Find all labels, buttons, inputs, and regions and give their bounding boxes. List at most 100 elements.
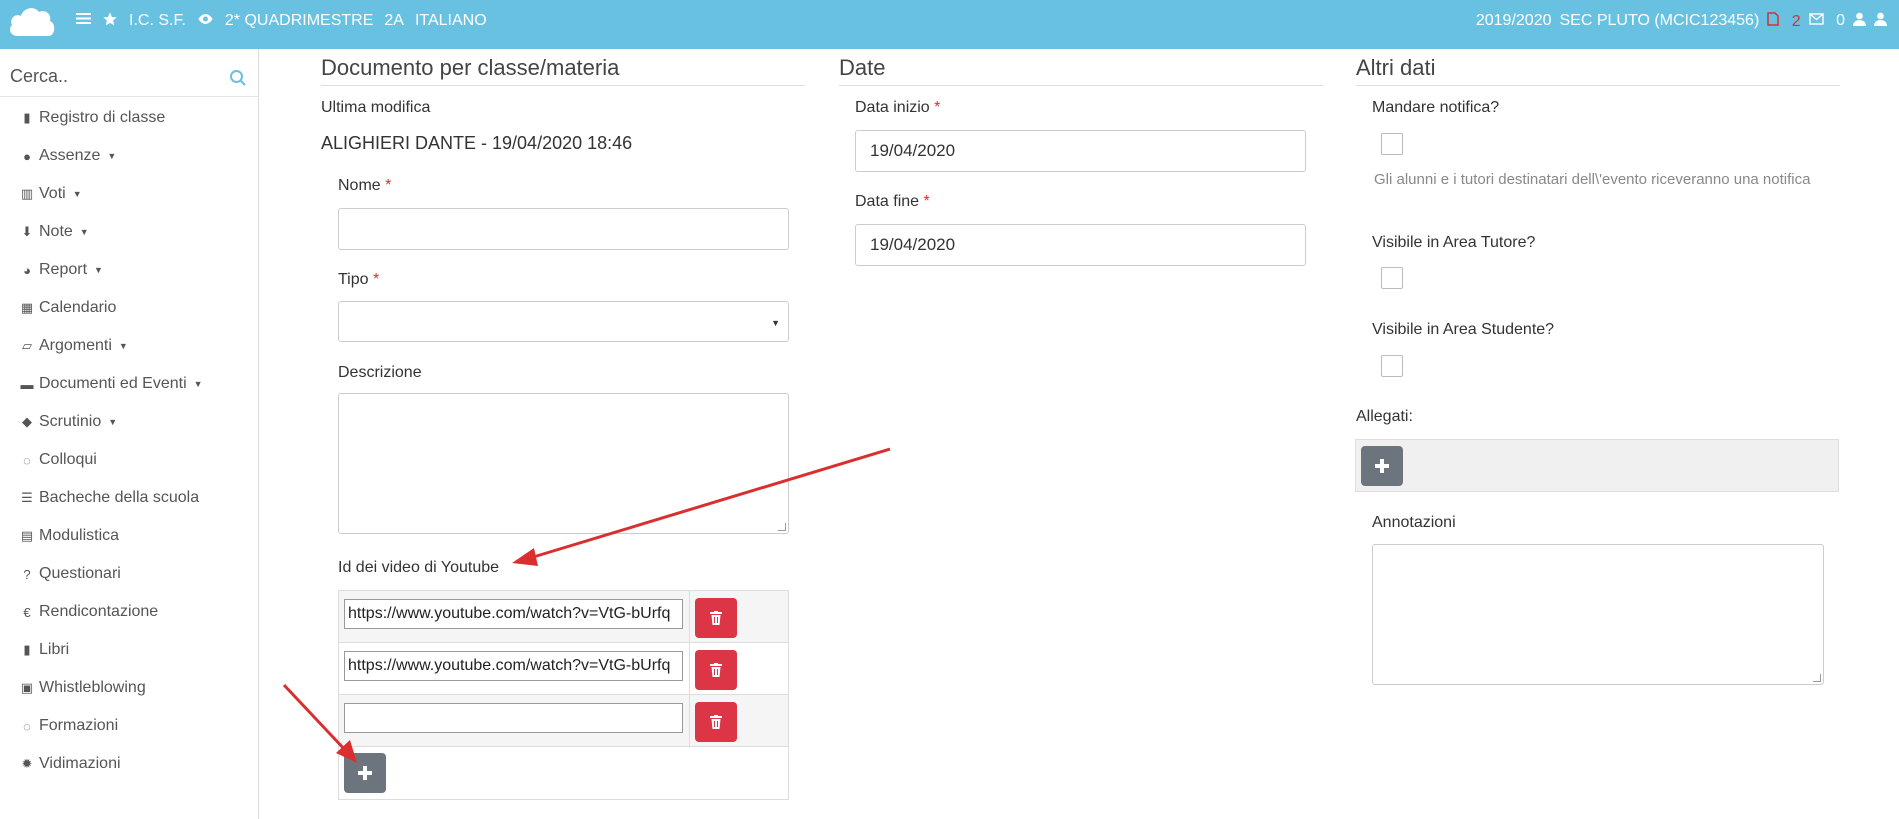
sidebar-item-modulistica[interactable]: ▤ Modulistica: [0, 517, 259, 555]
resize-handle-icon[interactable]: [1813, 674, 1821, 682]
top-bar: I.C. S.F. 2* QUADRIMESTRE 2A ITALIANO 20…: [0, 0, 1899, 49]
sidebar-item-assenze[interactable]: ● Assenze ▼: [0, 137, 259, 175]
tutor-visibility-label: Visibile in Area Tutore?: [1372, 234, 1536, 251]
end-date-label-text: Data fine: [855, 193, 920, 210]
caret-down-icon: ▼: [193, 379, 203, 389]
user-secret-icon[interactable]: [1874, 12, 1887, 31]
sidebar-item-documenti-ed-eventi[interactable]: ▬ Documenti ed Eventi ▼: [0, 365, 259, 403]
sidebar-item-label: Bacheche della scuola: [39, 489, 200, 506]
documents-icon: ▤: [20, 528, 34, 543]
cell-divider: [689, 643, 690, 694]
type-select[interactable]: ▼: [338, 301, 789, 342]
search-icon[interactable]: [229, 69, 247, 87]
add-video-button[interactable]: [344, 753, 386, 793]
book-icon: ▮: [23, 642, 31, 657]
required-marker: *: [934, 99, 941, 116]
youtube-url-input[interactable]: [344, 703, 683, 733]
folder-open-icon: ▱: [22, 338, 32, 353]
last-modified-label: Ultima modifica: [321, 99, 431, 116]
sidebar-item-rendicontazione[interactable]: € Rendicontazione: [0, 593, 259, 631]
sidebar-item-argomenti[interactable]: ▱ Argomenti ▼: [0, 327, 259, 365]
delete-video-button[interactable]: [695, 598, 737, 638]
documents-count: 2: [1791, 12, 1801, 30]
notify-checkbox[interactable]: [1381, 133, 1403, 155]
sidebar-item-label: Colloqui: [39, 451, 97, 468]
sidebar-item-whistleblowing[interactable]: ▣ Whistleblowing: [0, 669, 259, 707]
envelope-icon: [1808, 13, 1824, 25]
sidebar-item-questionari[interactable]: ? Questionari: [0, 555, 259, 593]
sidebar-item-label: Whistleblowing: [39, 679, 146, 696]
delete-video-button[interactable]: [695, 702, 737, 742]
notify-label: Mandare notifica?: [1372, 99, 1500, 116]
pin-icon: ⬇: [21, 224, 33, 239]
name-input[interactable]: [338, 208, 789, 250]
start-date-input[interactable]: 19/04/2020: [855, 130, 1306, 172]
youtube-row: https://www.youtube.com/watch?v=VtG-bUrf…: [339, 643, 788, 695]
caret-down-icon: ▼: [94, 265, 103, 275]
student-visibility-checkbox[interactable]: [1381, 355, 1403, 377]
sidebar-item-colloqui[interactable]: ◌ Colloqui: [0, 441, 259, 479]
sidebar-item-registro-di-classe[interactable]: ▮ Registro di classe: [0, 99, 259, 137]
eye-icon[interactable]: [197, 12, 214, 30]
star-icon[interactable]: [102, 11, 118, 32]
sidebar-item-vidimazioni[interactable]: ✹ Vidimazioni: [0, 745, 259, 783]
description-label: Descrizione: [338, 364, 422, 381]
add-attachment-button[interactable]: [1361, 446, 1403, 486]
sidebar-item-label: Vidimazioni: [39, 755, 121, 772]
required-marker: *: [923, 193, 930, 210]
euro-icon: €: [23, 604, 31, 620]
trash-icon: [710, 715, 722, 729]
notify-help-text: Gli alunni e i tutori destinatari dell\'…: [1374, 171, 1811, 188]
sidebar-item-voti[interactable]: ▥ Voti ▼: [0, 175, 259, 213]
documents-notification[interactable]: 2: [1767, 11, 1801, 31]
sidebar-search-input[interactable]: [0, 57, 220, 95]
document-section-title: Documento per classe/materia: [321, 55, 805, 86]
school-year[interactable]: 2019/2020: [1476, 12, 1552, 30]
comments-icon: ◌: [23, 452, 31, 468]
sidebar-item-note[interactable]: ⬇ Note ▼: [0, 213, 259, 251]
cloud-logo-icon[interactable]: [6, 2, 58, 40]
period-label[interactable]: 2* QUADRIMESTRE: [225, 12, 373, 30]
sidebar-item-label: Registro di classe: [39, 109, 166, 126]
name-label: Nome *: [338, 177, 391, 195]
mail-notification[interactable]: 0: [1808, 12, 1845, 30]
calendar-icon: ▦: [20, 300, 34, 315]
youtube-url-input[interactable]: https://www.youtube.com/watch?v=VtG-bUrf…: [344, 651, 683, 681]
caret-down-icon: ▼: [118, 341, 128, 351]
hamburger-menu-icon[interactable]: [76, 12, 91, 30]
sidebar-item-calendario[interactable]: ▦ Calendario: [0, 289, 259, 327]
lock-icon: ▣: [20, 680, 34, 695]
sidebar-item-label: Voti: [39, 185, 66, 202]
end-date-input[interactable]: 19/04/2020: [855, 224, 1306, 266]
delete-video-button[interactable]: [695, 650, 737, 690]
certificate-icon: ✹: [21, 756, 33, 771]
description-textarea[interactable]: [338, 393, 789, 534]
user-profile-icon[interactable]: [1853, 12, 1866, 31]
sidebar-item-label: Formazioni: [39, 717, 119, 734]
dates-section-title: Date: [839, 55, 1323, 86]
archive-icon: ▬: [20, 376, 34, 392]
attachments-bar: [1355, 439, 1839, 492]
institute-label[interactable]: SEC PLUTO (MCIC123456): [1560, 12, 1760, 30]
sidebar-item-bacheche-della-scuola[interactable]: ☰ Bacheche della scuola: [0, 479, 259, 517]
type-label: Tipo *: [338, 271, 379, 289]
file-icon: [1767, 11, 1780, 26]
question-icon: ?: [23, 566, 31, 582]
resize-handle-icon[interactable]: [778, 523, 786, 531]
sidebar-item-report[interactable]: ◕ Report ▼: [0, 251, 259, 289]
sidebar-item-label: Report: [39, 261, 88, 278]
notes-textarea[interactable]: [1372, 544, 1824, 685]
sidebar-item-libri[interactable]: ▮ Libri: [0, 631, 259, 669]
sidebar-item-formazioni[interactable]: ◌ Formazioni: [0, 707, 259, 745]
sidebar-item-label: Modulistica: [39, 527, 120, 544]
youtube-url-input[interactable]: https://www.youtube.com/watch?v=VtG-bUrf…: [344, 599, 683, 629]
school-name[interactable]: I.C. S.F.: [129, 12, 186, 30]
tutor-visibility-checkbox[interactable]: [1381, 267, 1403, 289]
youtube-label: Id dei video di Youtube: [338, 559, 500, 576]
sidebar-item-scrutinio[interactable]: ◆ Scrutinio ▼: [0, 403, 259, 441]
required-marker: *: [385, 177, 392, 194]
mail-count: 0: [1836, 12, 1845, 29]
trash-icon: [710, 663, 722, 677]
subject-label[interactable]: ITALIANO: [415, 12, 487, 30]
class-label[interactable]: 2A: [384, 12, 404, 30]
